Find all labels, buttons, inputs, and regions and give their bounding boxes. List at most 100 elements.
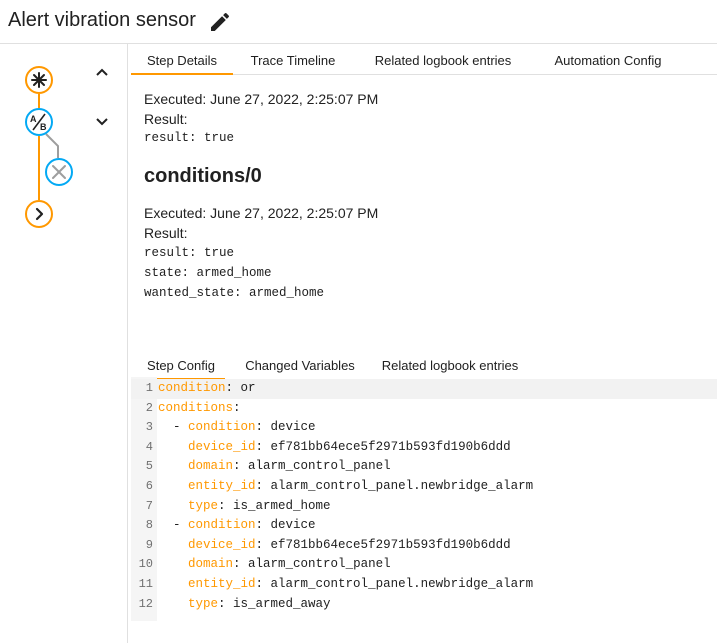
result-line: result: true xyxy=(144,246,235,260)
line-number: 1 xyxy=(145,381,153,395)
result-line: wanted_state: armed_home xyxy=(144,286,325,300)
code-colon: : xyxy=(218,498,234,513)
line-number: 4 xyxy=(145,439,153,454)
code-value: ef781bb64ece5f2971b593fd190b6ddd xyxy=(270,537,511,552)
code-value: or xyxy=(240,381,256,395)
line-number: 9 xyxy=(145,537,153,552)
config-tabs: Step Config Changed Variables Related lo… xyxy=(131,352,717,380)
result-line: state: armed_home xyxy=(144,266,272,280)
svg-text:B: B xyxy=(40,122,47,132)
code-key: conditions xyxy=(158,400,234,415)
code-text: - condition: device xyxy=(158,418,316,438)
code-colon: : xyxy=(255,420,271,435)
tab-changed-variables[interactable]: Changed Variables xyxy=(235,352,365,380)
action-node[interactable] xyxy=(25,200,53,228)
code-key: type xyxy=(188,596,219,611)
result-label: Result: xyxy=(144,111,188,127)
line-number: 2 xyxy=(145,400,153,415)
line-number: 6 xyxy=(145,479,153,493)
code-text: conditions: xyxy=(158,399,248,419)
trace-graph-pane: A B xyxy=(0,44,128,643)
code-key: device_id xyxy=(188,537,256,552)
code-value: ef781bb64ece5f2971b593fd190b6ddd xyxy=(270,439,511,454)
code-value: alarm_control_panel xyxy=(248,557,391,572)
code-key: domain xyxy=(188,459,234,474)
executed-text: Executed: June 27, 2022, 2:25:07 PM xyxy=(144,205,379,221)
code-colon: : xyxy=(233,400,249,415)
tab-trace-timeline[interactable]: Trace Timeline xyxy=(233,47,353,75)
result-value: result: true xyxy=(144,131,235,145)
line-number: 5 xyxy=(145,459,153,474)
code-value: alarm_control_panel xyxy=(248,459,391,474)
trigger-asterisk-icon xyxy=(31,72,47,88)
yaml-code-editor[interactable]: 1 condition: or 2 conditions: 3 - condition… xyxy=(131,377,717,621)
code-text: type: is_armed_away xyxy=(158,595,331,615)
code-line[interactable]: 5 domain: alarm_control_panel xyxy=(131,457,717,477)
code-value: is_armed_home xyxy=(233,498,331,513)
line-number: 10 xyxy=(138,557,153,572)
code-text: condition: or xyxy=(158,379,256,399)
tab-related-logbook[interactable]: Related logbook entries xyxy=(353,47,533,75)
condition-node[interactable]: A B xyxy=(25,108,53,136)
code-line[interactable]: 8 - condition: device xyxy=(131,516,717,536)
code-line[interactable]: 11 entity_id: alarm_control_panel.newbri… xyxy=(131,575,717,595)
failed-branch-node[interactable] xyxy=(45,158,73,186)
code-text: - condition: device xyxy=(158,516,316,536)
code-line[interactable]: 12 type: is_armed_away xyxy=(131,595,717,615)
code-text: domain: alarm_control_panel xyxy=(158,555,391,575)
code-colon: : xyxy=(255,577,271,591)
pencil-icon[interactable] xyxy=(208,10,232,34)
code-indent: - xyxy=(158,518,189,533)
code-key: condition xyxy=(188,420,256,435)
trigger-node[interactable] xyxy=(25,66,53,94)
tab-automation-config[interactable]: Automation Config xyxy=(533,47,683,75)
code-line[interactable]: 10 domain: alarm_control_panel xyxy=(131,555,717,575)
code-text: entity_id: alarm_control_panel.newbridge… xyxy=(158,575,533,595)
code-colon: : xyxy=(255,439,271,454)
code-key: condition xyxy=(158,381,226,395)
code-text: device_id: ef781bb64ece5f2971b593fd190b6… xyxy=(158,438,511,458)
code-text: domain: alarm_control_panel xyxy=(158,457,391,477)
code-colon: : xyxy=(255,518,271,533)
code-line[interactable]: 1 condition: or xyxy=(131,379,717,399)
line-number: 7 xyxy=(145,498,153,513)
code-line[interactable]: 2 conditions: xyxy=(131,399,717,419)
code-line[interactable]: 9 device_id: ef781bb64ece5f2971b593fd190… xyxy=(131,536,717,556)
code-colon: : xyxy=(218,596,234,611)
tab-step-details[interactable]: Step Details xyxy=(131,47,233,75)
section-title: conditions/0 xyxy=(144,165,262,187)
page-header: Alert vibration sensor xyxy=(0,0,717,44)
chevron-down-icon[interactable] xyxy=(90,109,114,133)
code-indent: - xyxy=(158,420,189,435)
result-label: Result: xyxy=(144,225,188,241)
code-key: type xyxy=(188,498,219,513)
code-value: is_armed_away xyxy=(233,596,331,611)
code-key: device_id xyxy=(188,439,256,454)
code-colon: : xyxy=(255,479,271,493)
action-chevron-icon xyxy=(35,207,44,221)
automation-title: Alert vibration sensor xyxy=(8,9,196,31)
chevron-up-icon[interactable] xyxy=(90,61,114,85)
code-line[interactable]: 4 device_id: ef781bb64ece5f2971b593fd190… xyxy=(131,438,717,458)
code-line[interactable]: 7 type: is_armed_home xyxy=(131,497,717,517)
code-key: condition xyxy=(188,518,256,533)
code-key: entity_id xyxy=(188,479,256,493)
code-line[interactable]: 3 - condition: device xyxy=(131,418,717,438)
code-line[interactable]: 6 entity_id: alarm_control_panel.newbrid… xyxy=(131,477,717,497)
failed-x-icon xyxy=(52,165,66,179)
tab-related-logbook[interactable]: Related logbook entries xyxy=(375,352,525,380)
code-value: alarm_control_panel.newbridge_alarm xyxy=(270,577,534,591)
tab-step-config[interactable]: Step Config xyxy=(137,352,225,380)
code-value: device xyxy=(270,420,316,435)
line-number: 12 xyxy=(138,596,153,611)
svg-text:A: A xyxy=(30,114,37,124)
code-colon: : xyxy=(255,537,271,552)
line-number: 11 xyxy=(138,577,153,591)
